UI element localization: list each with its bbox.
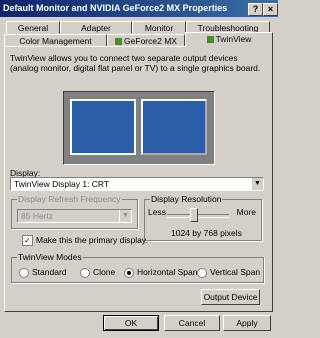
primary-display-checkbox[interactable]: ✓ Make this the primary display. (22, 235, 148, 247)
resolution-group: Display Resolution Less More 1024 by 768… (144, 194, 262, 241)
chevron-down-icon[interactable]: ▼ (251, 178, 263, 190)
radio-icon[interactable] (80, 267, 90, 278)
resolution-more-label: More (236, 207, 256, 217)
twinview-modes-group: TwinView Modes Standard Clone Horizontal… (11, 252, 264, 283)
cancel-button[interactable]: Cancel (164, 315, 220, 331)
output-device-button[interactable]: Output Device (201, 289, 260, 305)
radio-selected-icon[interactable] (124, 267, 134, 278)
mode-vertical-span-label: Vertical Span (210, 267, 261, 277)
checkmark-icon[interactable]: ✓ (22, 235, 33, 247)
mode-horizontal-span-label: Horizontal Span (137, 267, 198, 277)
nvidia-icon (115, 38, 123, 46)
radio-icon[interactable] (19, 267, 29, 278)
resolution-less-label: Less (148, 207, 166, 217)
ok-button[interactable]: OK (103, 315, 159, 331)
tab-general[interactable]: General (6, 21, 60, 34)
apply-button[interactable]: Apply (223, 315, 271, 331)
resolution-slider-thumb[interactable] (190, 208, 198, 222)
refresh-select-value: 85 Hertz (21, 211, 54, 221)
refresh-select[interactable]: 85 Hertz ▼ (17, 209, 132, 223)
monitor-preview (63, 91, 215, 165)
tab-adapter[interactable]: Adapter (60, 21, 132, 34)
mode-clone-label: Clone (93, 267, 116, 277)
window-title: Default Monitor and NVIDIA GeForce2 MX P… (3, 3, 228, 13)
display-select[interactable]: TwinView Display 1: CRT ▼ (10, 177, 264, 191)
nvidia-icon (206, 36, 214, 44)
monitor-2-icon[interactable] (141, 99, 207, 155)
mode-standard-radio[interactable]: Standard (19, 267, 67, 278)
resolution-slider-track[interactable] (167, 214, 229, 218)
tab-twinview-label: TwinView (215, 34, 252, 44)
primary-display-label: Make this the primary display. (36, 235, 148, 245)
chevron-down-icon[interactable]: ▼ (119, 210, 131, 222)
close-button[interactable]: × (263, 3, 278, 16)
twinview-modes-label: TwinView Modes (17, 252, 83, 262)
mode-vertical-span-radio[interactable]: Vertical Span (197, 267, 260, 278)
display-select-value: TwinView Display 1: CRT (14, 179, 110, 189)
tab-monitor[interactable]: Monitor (132, 21, 186, 34)
title-bar[interactable]: Default Monitor and NVIDIA GeForce2 MX P… (0, 0, 278, 17)
mode-standard-label: Standard (32, 267, 67, 277)
radio-icon[interactable] (197, 267, 207, 278)
refresh-group: Display Refresh Frequency 85 Hertz ▼ (11, 194, 138, 229)
description-text: TwinView allows you to connect two separ… (10, 53, 261, 73)
tab-twinview[interactable]: TwinView (185, 32, 273, 47)
mode-horizontal-span-radio[interactable]: Horizontal Span (124, 267, 197, 278)
help-button[interactable]: ? (248, 3, 263, 16)
resolution-value: 1024 by 768 pixels (171, 228, 242, 238)
tab-geforce2-mx-label: GeForce2 MX (124, 36, 177, 46)
monitor-1-icon[interactable] (70, 99, 136, 155)
refresh-group-label: Display Refresh Frequency (17, 194, 122, 204)
resolution-group-label: Display Resolution (150, 194, 223, 204)
mode-clone-radio[interactable]: Clone (80, 267, 115, 278)
